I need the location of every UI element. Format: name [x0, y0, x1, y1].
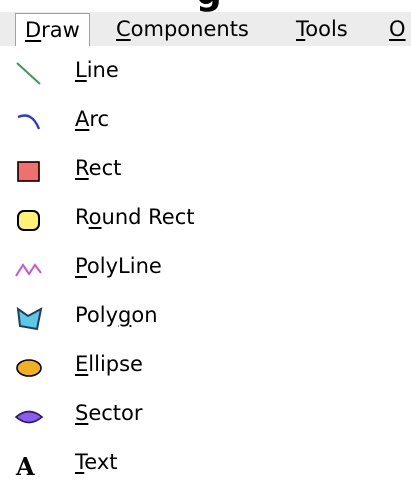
menu-item-label: Line [75, 58, 119, 82]
label-text: R [75, 205, 89, 229]
menu-item-arc[interactable]: Arc [0, 99, 411, 148]
menu-item-line[interactable]: Line [0, 50, 411, 99]
line-icon [14, 60, 44, 88]
mnemonic-char: D [25, 18, 42, 42]
arc-icon [14, 109, 44, 137]
mnemonic-char: E [75, 352, 89, 376]
text-icon-glyph: A [16, 452, 35, 481]
mnemonic-char: P [75, 254, 87, 278]
menu-item-label: Round Rect [75, 205, 195, 229]
menu-item-text[interactable]: A Text [0, 442, 411, 491]
mnemonic-char: o [88, 205, 102, 229]
sector-icon [14, 403, 44, 431]
label-text: ools [305, 17, 348, 41]
round-rect-icon [14, 207, 44, 235]
mnemonic-char: R [75, 156, 89, 180]
menu-components[interactable]: Components [116, 13, 249, 46]
label-text: ine [86, 58, 119, 82]
mnemonic-char: g [118, 303, 132, 327]
menu-item-label: Text [75, 450, 117, 474]
menu-item-label: Sector [75, 401, 143, 425]
mnemonic-char: C [116, 17, 131, 41]
label-text: on [131, 303, 158, 327]
menu-item-label: Ellipse [75, 352, 143, 376]
label-text: ect [88, 156, 122, 180]
window-title-text: g [196, 0, 222, 12]
label-text: ector [88, 401, 143, 425]
menu-item-ellipse[interactable]: Ellipse [0, 344, 411, 393]
menu-item-sector[interactable]: Sector [0, 393, 411, 442]
mnemonic-char: T [75, 450, 85, 474]
menu-item-label: Rect [75, 156, 121, 180]
menu-draw[interactable]: Draw [15, 13, 90, 48]
mnemonic-char: S [75, 401, 89, 425]
ellipse-icon [14, 354, 44, 382]
mnemonic-char: A [75, 107, 90, 131]
rect-icon [14, 158, 44, 186]
menu-item-round-rect[interactable]: Round Rect [0, 197, 411, 246]
label-text: Poly [75, 303, 119, 327]
window-title-fragment: g [0, 0, 411, 12]
label-text: und Rect [101, 205, 195, 229]
label-text: llipse [88, 352, 143, 376]
menu-bar: Draw Components Tools O [0, 12, 411, 48]
menu-overflow[interactable]: O [389, 13, 406, 46]
menu-item-polygon[interactable]: Polygon [0, 295, 411, 344]
polygon-icon [14, 305, 44, 333]
menu-item-polyline[interactable]: PolyLine [0, 246, 411, 295]
menu-item-label: Polygon [75, 303, 158, 327]
menu-item-rect[interactable]: Rect [0, 148, 411, 197]
label-text: rc [89, 107, 110, 131]
label-text: raw [41, 18, 80, 42]
text-icon: A [14, 452, 44, 481]
mnemonic-char: O [389, 17, 406, 41]
label-text: olyLine [86, 254, 162, 278]
menu-item-label: PolyLine [75, 254, 162, 278]
polyline-icon [14, 256, 44, 284]
menu-tools[interactable]: Tools [296, 13, 348, 46]
draw-menu-dropdown: Line Arc Rect Round Rect PolyLine Polygo… [0, 46, 411, 485]
label-text: ext [84, 450, 118, 474]
mnemonic-char: L [75, 58, 87, 82]
menu-item-label: Arc [75, 107, 109, 131]
mnemonic-char: T [296, 17, 306, 41]
label-text: omponents [130, 17, 249, 41]
